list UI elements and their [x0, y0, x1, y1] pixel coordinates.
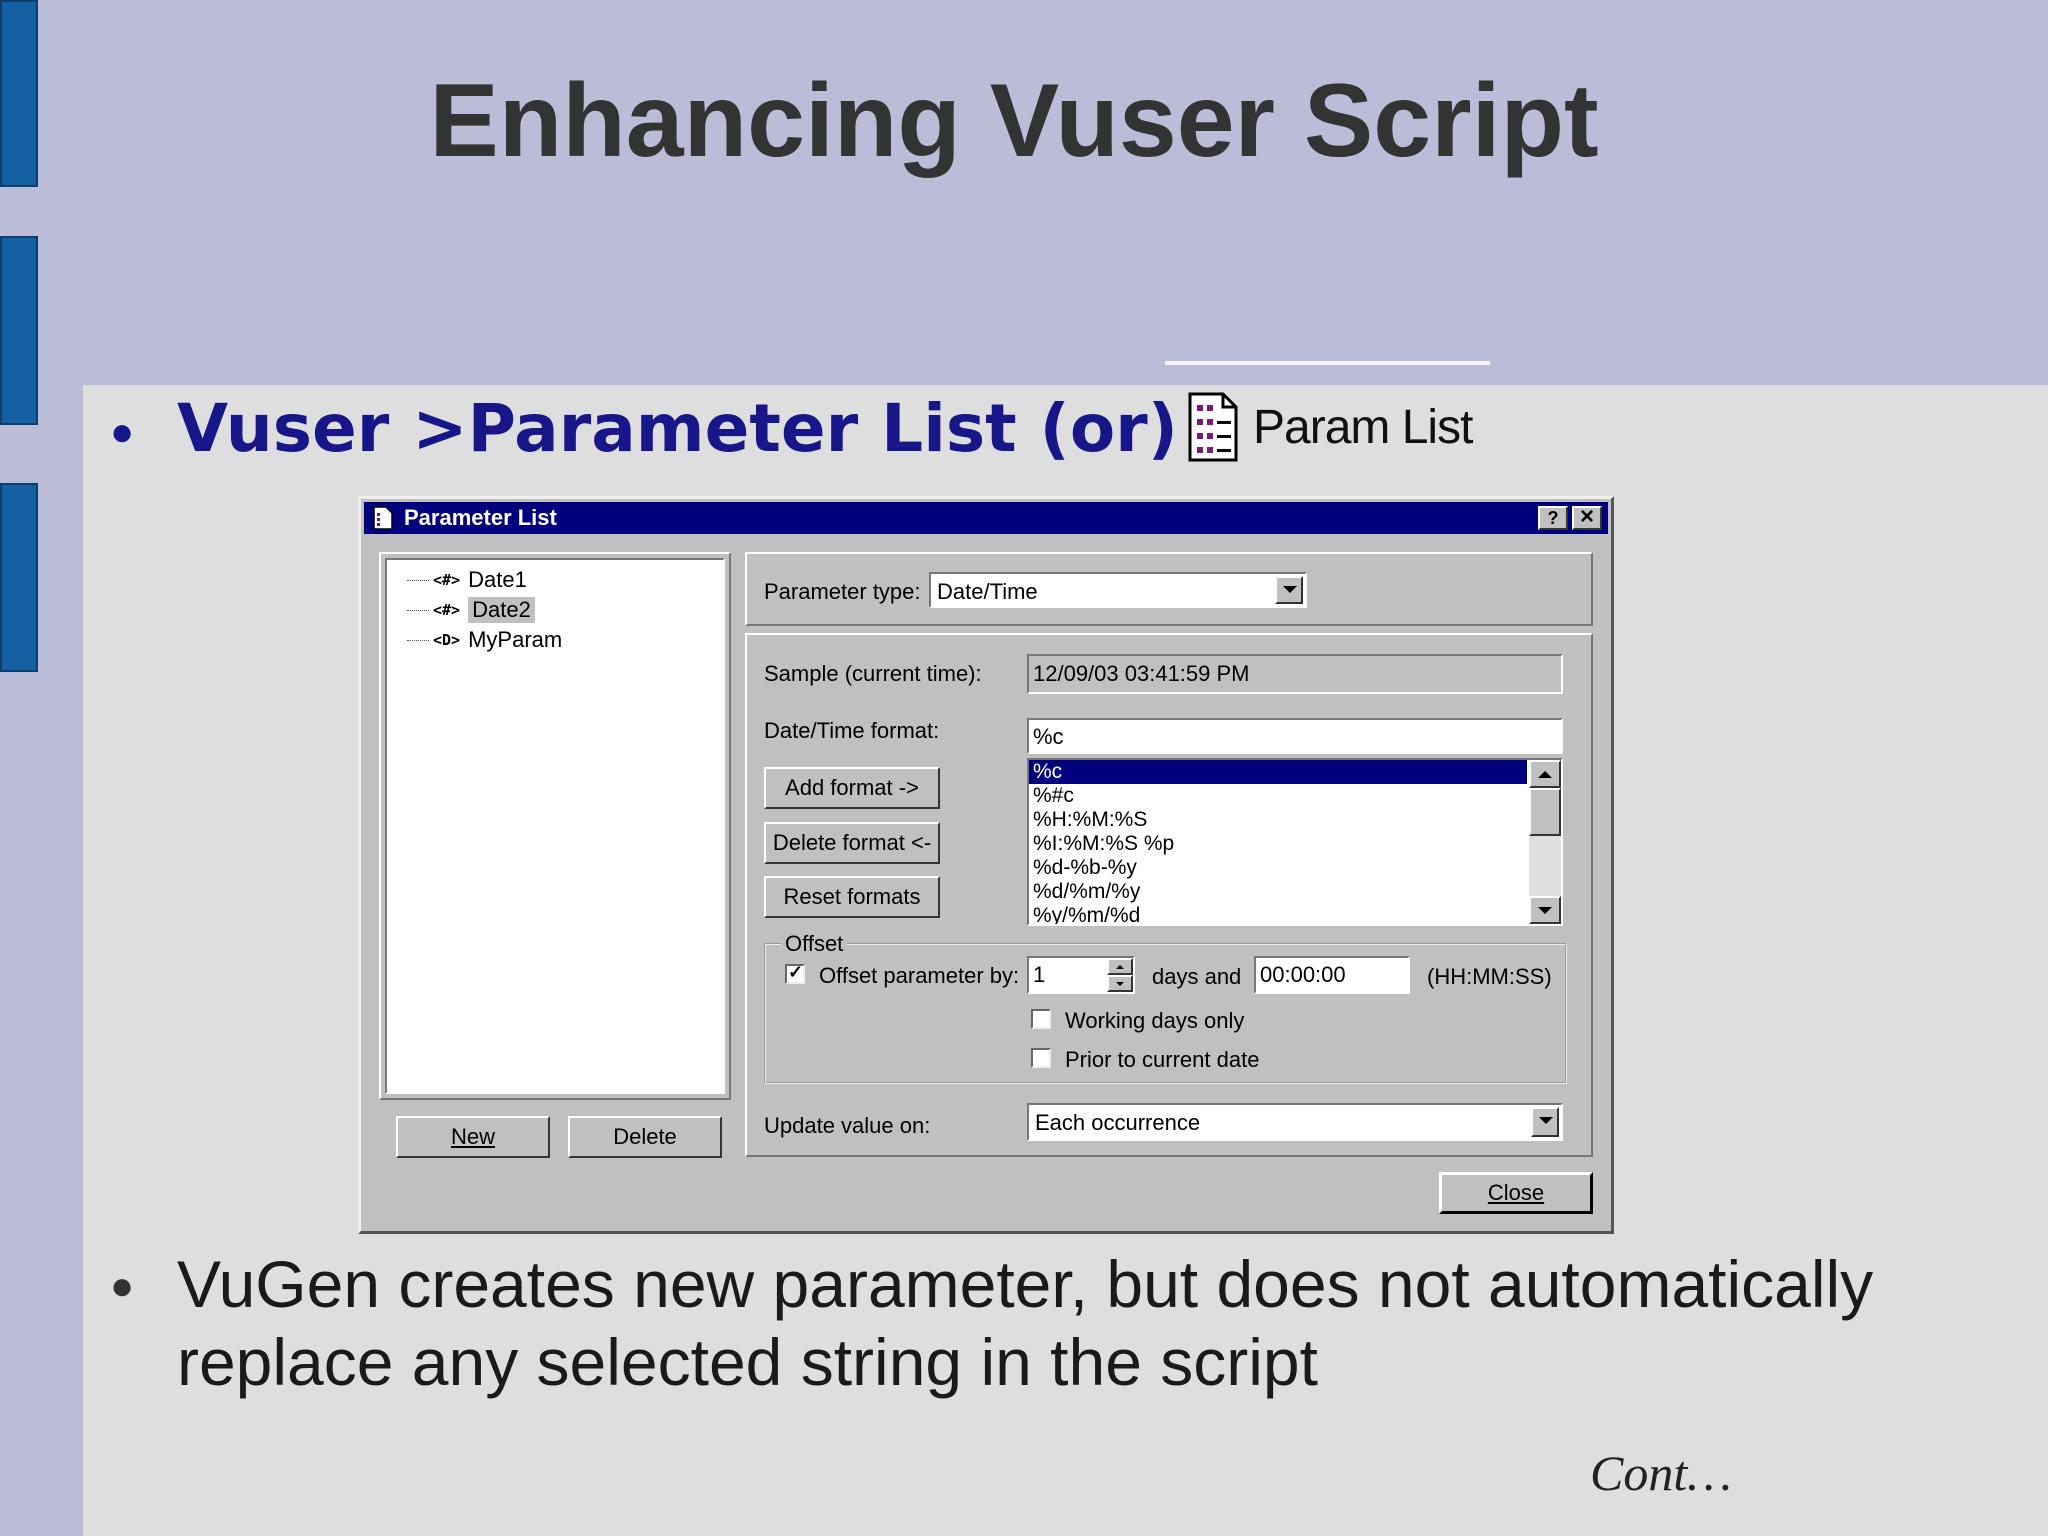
divider	[1165, 361, 1490, 365]
stepper-down-button[interactable]	[1107, 975, 1133, 992]
offset-time-value: 00:00:00	[1260, 962, 1346, 987]
list-item[interactable]: %d/%m/%y	[1029, 880, 1527, 904]
sample-label: Sample (current time):	[764, 661, 982, 686]
list-item[interactable]: %#c	[1029, 784, 1527, 808]
update-label: Update value on:	[764, 1113, 931, 1138]
close-button-label: Close	[1487, 1180, 1545, 1205]
working-days-label: Working days only	[1065, 1008, 1245, 1033]
tree-item-label: MyParam	[468, 627, 563, 652]
formats-list[interactable]: %c %#c %H:%M:%S %I:%M:%S %p %d-%b-%y %d/…	[1027, 758, 1563, 926]
param-list-button[interactable]: Param List	[1187, 391, 1473, 463]
param-list-icon	[1188, 392, 1238, 462]
format-input[interactable]: %c	[1027, 718, 1563, 754]
tree-item-myparam[interactable]: <D> MyParam	[407, 626, 562, 654]
delete-button[interactable]: Delete	[568, 1116, 722, 1158]
chevron-down-icon	[1538, 906, 1552, 914]
number-param-icon: <#>	[433, 601, 461, 619]
close-x-button[interactable]: ×	[1572, 503, 1602, 530]
checkmark-icon: ✓	[788, 962, 804, 982]
help-button[interactable]: ?	[1538, 506, 1568, 530]
param-type-label: Parameter type:	[764, 579, 921, 604]
scroll-down-button[interactable]	[1529, 896, 1561, 924]
close-icon: ×	[1579, 503, 1594, 530]
date-param-icon: <D>	[433, 631, 461, 649]
prior-date-label: Prior to current date	[1065, 1047, 1260, 1072]
bullet-dot-1: ●	[110, 410, 135, 454]
delete-format-label: Delete format <-	[772, 830, 932, 855]
chevron-up-icon	[1116, 964, 1124, 969]
parameter-tree[interactable]: <#> Date1 <#> Date2 <D> MyParam	[385, 558, 725, 1094]
reset-formats-label: Reset formats	[783, 884, 921, 909]
format-label: Date/Time format:	[764, 718, 940, 743]
tree-item-label: Date2	[468, 597, 535, 623]
parameter-list-dialog: Parameter List ? × <#> Date1 <#> Date2 <…	[358, 496, 1614, 1234]
delete-button-label: Delete	[613, 1124, 677, 1149]
list-item[interactable]: %c	[1029, 760, 1527, 784]
new-button[interactable]: New	[396, 1116, 550, 1158]
param-list-label: Param List	[1253, 400, 1473, 454]
sample-value: 12/09/03 03:41:59 PM	[1033, 661, 1250, 686]
bullet-1-text: Vuser >Parameter List (or)	[177, 390, 1178, 467]
tree-item-label: Date1	[468, 567, 527, 592]
offset-group-label: Offset	[781, 931, 848, 957]
document-icon	[373, 506, 393, 530]
reset-formats-button[interactable]: Reset formats	[764, 876, 940, 918]
tree-item-date1[interactable]: <#> Date1	[407, 566, 527, 594]
continued-label: Cont…	[1590, 1445, 1732, 1501]
dialog-title: Parameter List	[404, 505, 557, 530]
list-item[interactable]: %y/%m/%d	[1029, 904, 1527, 924]
scroll-up-button[interactable]	[1529, 760, 1561, 788]
scrollbar[interactable]	[1529, 760, 1561, 924]
list-item[interactable]: %I:%M:%S %p	[1029, 832, 1527, 856]
update-value: Each occurrence	[1035, 1110, 1201, 1135]
offset-label: Offset parameter by:	[819, 963, 1020, 988]
param-type-value: Date/Time	[937, 579, 1038, 604]
dialog-titlebar[interactable]: Parameter List ? ×	[364, 502, 1608, 534]
offset-checkbox[interactable]: ✓	[785, 962, 805, 984]
delete-format-button[interactable]: Delete format <-	[764, 822, 940, 864]
add-format-button[interactable]: Add format ->	[764, 767, 940, 809]
new-button-label: New	[450, 1124, 495, 1149]
tree-item-date2[interactable]: <#> Date2	[407, 596, 535, 624]
scroll-thumb[interactable]	[1529, 788, 1561, 836]
list-item[interactable]: %H:%M:%S	[1029, 808, 1527, 832]
prior-date-checkbox[interactable]	[1031, 1048, 1051, 1068]
number-param-icon: <#>	[433, 571, 461, 589]
update-select[interactable]: Each occurrence	[1027, 1103, 1563, 1141]
days-and-label: days and	[1152, 964, 1242, 989]
bullet-dot-2: ●	[110, 1264, 135, 1308]
sample-field: 12/09/03 03:41:59 PM	[1027, 654, 1563, 694]
chevron-down-icon[interactable]	[1275, 576, 1303, 604]
param-type-select[interactable]: Date/Time	[929, 572, 1307, 608]
bullet-2-text: VuGen creates new parameter, but does no…	[177, 1247, 1874, 1399]
chevron-up-icon	[1538, 770, 1552, 778]
chevron-down-icon	[1116, 981, 1124, 986]
add-format-label: Add format ->	[785, 775, 919, 800]
offset-stepper[interactable]: 1	[1027, 956, 1135, 994]
list-item[interactable]: %d-%b-%y	[1029, 856, 1527, 880]
slide-title: Enhancing Vuser Script	[429, 63, 1599, 179]
format-value: %c	[1033, 724, 1064, 749]
close-button[interactable]: Close	[1439, 1172, 1593, 1214]
accent-tab-3	[0, 483, 38, 672]
accent-tab-2	[0, 236, 38, 425]
working-days-checkbox[interactable]	[1031, 1009, 1051, 1029]
time-format-label: (HH:MM:SS)	[1427, 964, 1552, 989]
stepper-up-button[interactable]	[1107, 958, 1133, 975]
chevron-down-icon[interactable]	[1531, 1107, 1559, 1137]
offset-value: 1	[1033, 962, 1046, 987]
offset-time-input[interactable]: 00:00:00	[1254, 956, 1410, 994]
